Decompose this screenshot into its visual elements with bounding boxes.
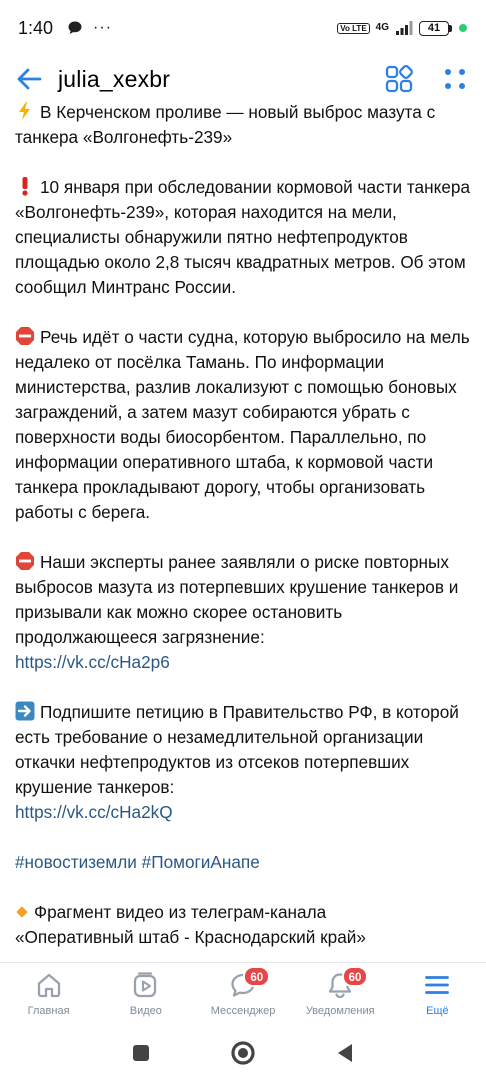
more-dots-icon: [445, 69, 465, 89]
battery-status-dot-icon: [459, 24, 467, 32]
post-paragraph-2: Речь идёт о части судна, которую выброси…: [15, 327, 470, 522]
signal-icon: [396, 21, 413, 35]
menu-icon: [422, 969, 452, 1001]
post-content[interactable]: В Керченском проливе — новый выброс мазу…: [0, 96, 486, 962]
status-bar: 1:40 ··· Vo LTE 4G 41: [0, 0, 486, 56]
recent-apps-button[interactable]: [128, 1040, 154, 1066]
app-header: julia_xexbr: [0, 56, 486, 102]
post-paragraph-1: 10 января при обследовании кормовой част…: [15, 177, 470, 297]
nav-item-home[interactable]: Главная: [0, 963, 97, 1026]
post-text: В Керченском проливе — новый выброс мазу…: [0, 100, 486, 950]
stop-sign-emoji-icon: [16, 327, 34, 345]
nav-item-messenger[interactable]: 60 Мессенджер: [194, 963, 291, 1026]
post-intro: В Керченском проливе — новый выброс мазу…: [15, 100, 472, 150]
post-hashtags: #новостиземли #ПомогиАнапе: [15, 850, 472, 875]
home-button[interactable]: [230, 1040, 256, 1066]
diamond-emoji-icon: [16, 906, 28, 918]
notifications-badge: 60: [341, 966, 369, 987]
triangle-back-icon: [338, 1044, 352, 1062]
network-type-label: 4G: [375, 22, 389, 33]
header-actions: [384, 64, 472, 94]
hashtag-link[interactable]: #ПомогиАнапе: [142, 852, 260, 872]
nav-label: Ещё: [426, 1005, 449, 1017]
intro-line-1: В Керченском проливе — новый выброс мазу…: [15, 100, 472, 125]
nav-label: Видео: [129, 1005, 162, 1017]
messenger-badge: 60: [243, 966, 271, 987]
status-time: 1:40: [18, 17, 54, 38]
battery-level: 41: [419, 20, 449, 36]
exclamation-emoji-icon: [22, 177, 28, 196]
more-options-button[interactable]: [440, 64, 470, 94]
status-system-icons: Vo LTE 4G 41: [337, 20, 468, 36]
hashtag-link[interactable]: #новостиземли: [15, 852, 137, 872]
post-paragraph-5: Фрагмент видео из телеграм-канала «Опера…: [15, 900, 472, 950]
nav-item-notifications[interactable]: 60 Уведомления: [292, 963, 389, 1026]
page-title: julia_xexbr: [58, 65, 171, 92]
post-link-2[interactable]: https://vk.cc/cHa2kQ: [15, 800, 472, 825]
video-icon: [131, 969, 161, 1001]
para5-line-1: Фрагмент видео из телеграм-канала: [15, 900, 472, 925]
volte-icon: Vo LTE: [337, 22, 370, 34]
post-paragraph-3: Наши эксперты ранее заявляли о риске пов…: [15, 550, 472, 675]
arrow-left-icon: [17, 68, 42, 90]
nav-label: Уведомления: [305, 1005, 375, 1017]
stop-sign-emoji-icon: [16, 552, 34, 570]
nav-label: Главная: [27, 1005, 70, 1017]
nav-item-more[interactable]: Ещё: [389, 963, 486, 1026]
post-paragraph-4: Подпишите петицию в Правительство РФ, в …: [15, 700, 472, 825]
bottom-navigation: Главная Видео 60 Мессенджер 60 Уведомлен…: [0, 962, 486, 1026]
system-navigation-bar: [0, 1026, 486, 1080]
nav-item-video[interactable]: Видео: [97, 963, 194, 1026]
square-icon: [133, 1045, 149, 1061]
para5-line-2: «Оперативный штаб - Краснодарский край»: [15, 927, 366, 947]
arrow-right-emoji-icon: [15, 701, 35, 721]
chat-bubble-icon: [68, 21, 82, 34]
back-system-button[interactable]: [332, 1040, 358, 1066]
status-notification-icons: ···: [67, 19, 112, 37]
services-button[interactable]: [384, 64, 414, 94]
post-link-1[interactable]: https://vk.cc/cHa2p6: [15, 650, 472, 675]
battery-icon: 41: [419, 20, 452, 36]
back-button[interactable]: [14, 64, 44, 94]
home-icon: [34, 969, 64, 1001]
lightning-emoji-icon: [19, 102, 30, 120]
intro-line-2: танкера «Волгонефть-239»: [15, 127, 233, 147]
services-grid-icon: [385, 65, 413, 93]
nav-label: Мессенджер: [210, 1005, 276, 1017]
more-notifications-icon: ···: [93, 19, 113, 36]
circle-icon: [231, 1041, 255, 1065]
